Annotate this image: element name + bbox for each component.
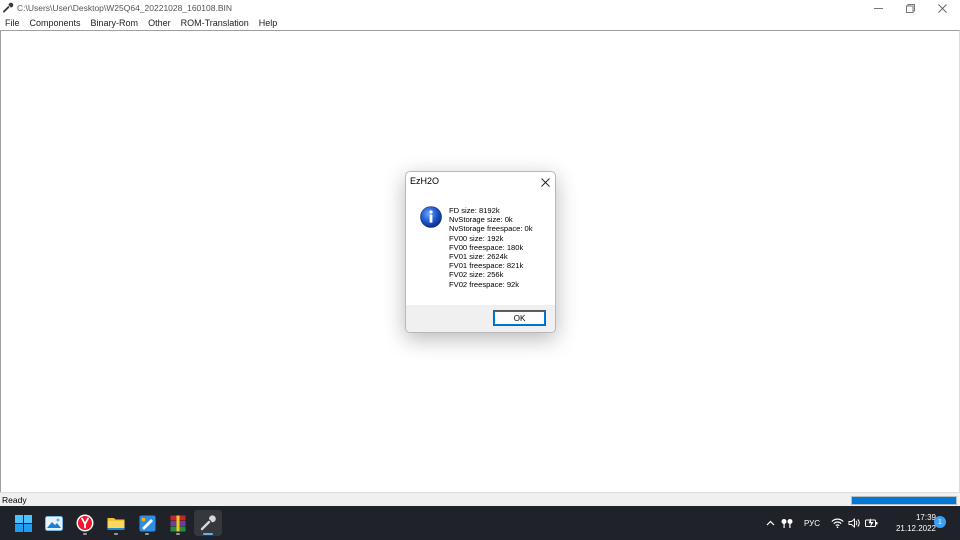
close-button[interactable] — [926, 0, 958, 16]
taskbar-ezh2o[interactable] — [194, 510, 222, 536]
wifi-icon — [830, 518, 844, 528]
paint-icon — [139, 515, 155, 531]
menu-file[interactable]: File — [0, 18, 25, 28]
status-text: Ready — [2, 495, 27, 505]
menu-rom-translation[interactable]: ROM-Translation — [176, 18, 254, 28]
menu-other[interactable]: Other — [143, 18, 176, 28]
taskbar-winrar[interactable] — [164, 510, 192, 536]
yandex-browser-icon — [76, 514, 94, 532]
winrar-icon — [170, 515, 186, 531]
running-indicator — [145, 533, 149, 535]
progress-fill — [852, 497, 956, 504]
photos-icon — [45, 515, 63, 531]
wrench-icon — [3, 2, 14, 13]
dialog-title: EzH2O — [410, 176, 440, 186]
show-hidden-icons-button[interactable] — [764, 516, 776, 530]
running-indicator — [114, 533, 118, 535]
clock-time: 17:39 — [915, 513, 936, 522]
running-indicator — [176, 533, 180, 535]
message-line: FV02 size: 256k — [449, 270, 504, 280]
start-button[interactable] — [9, 510, 37, 536]
dialog-message: FD size: 8192k NvStorage size: 0k NvStor… — [449, 206, 553, 289]
window-title: C:\Users\User\Desktop\W25Q64_20221028_16… — [17, 3, 232, 13]
active-indicator — [203, 533, 213, 535]
message-line: FV01 freespace: 821k — [449, 261, 524, 271]
tray-earbuds[interactable] — [780, 516, 794, 530]
close-icon — [937, 3, 947, 13]
ok-button[interactable]: OK — [493, 310, 546, 326]
tray-battery[interactable] — [864, 516, 878, 530]
message-dialog: EzH2O FD size: 8192k NvStorage size: 0k … — [405, 171, 556, 333]
taskbar-photos[interactable] — [40, 510, 68, 536]
message-line: NvStorage freespace: 0k — [449, 224, 533, 234]
status-bar: Ready — [0, 492, 960, 506]
clock[interactable]: 17:39 21.12.2022 — [880, 512, 936, 534]
title-bar: C:\Users\User\Desktop\W25Q64_20221028_16… — [0, 0, 960, 16]
taskbar: РУС 17:39 21.12.2022 — [0, 506, 960, 540]
close-icon — [540, 177, 550, 187]
chevron-up-icon — [766, 520, 774, 526]
minimize-button[interactable] — [862, 0, 894, 16]
taskbar-paint[interactable] — [133, 510, 161, 536]
message-line: FV00 size: 192k — [449, 233, 504, 243]
message-line: FD size: 8192k — [449, 206, 500, 215]
message-line: FV00 freespace: 180k — [449, 242, 524, 252]
message-line: NvStorage size: 0k — [449, 215, 513, 225]
progress-bar — [851, 496, 957, 505]
taskbar-file-explorer[interactable] — [102, 510, 130, 536]
running-indicator — [83, 533, 87, 535]
volume-icon — [848, 518, 860, 528]
message-line: FV01 size: 2624k — [449, 252, 508, 262]
file-explorer-icon — [107, 517, 125, 530]
minimize-icon — [873, 7, 883, 9]
menu-components[interactable]: Components — [25, 18, 86, 28]
notification-badge[interactable]: 1 — [934, 516, 946, 528]
menu-help[interactable]: Help — [254, 18, 283, 28]
dialog-footer: OK — [406, 305, 555, 332]
taskbar-yandex-browser[interactable] — [71, 510, 99, 536]
tray-volume[interactable] — [847, 516, 861, 530]
dialog-close-button[interactable] — [538, 175, 552, 189]
message-line: FV02 freespace: 92k — [449, 279, 520, 289]
ezh2o-wrench-icon — [200, 515, 216, 531]
info-icon — [420, 206, 442, 228]
tray-wifi[interactable] — [830, 516, 844, 530]
start-icon — [14, 514, 32, 532]
menu-binary-rom[interactable]: Binary-Rom — [86, 18, 144, 28]
input-language[interactable]: РУС — [800, 516, 824, 530]
restore-icon — [905, 3, 915, 13]
battery-charging-icon — [864, 518, 877, 528]
menu-bar: File Components Binary-Rom Other ROM-Tra… — [0, 16, 960, 30]
clock-date: 21.12.2022 — [895, 524, 936, 533]
earbuds-icon — [781, 518, 793, 528]
restore-button[interactable] — [894, 0, 926, 16]
